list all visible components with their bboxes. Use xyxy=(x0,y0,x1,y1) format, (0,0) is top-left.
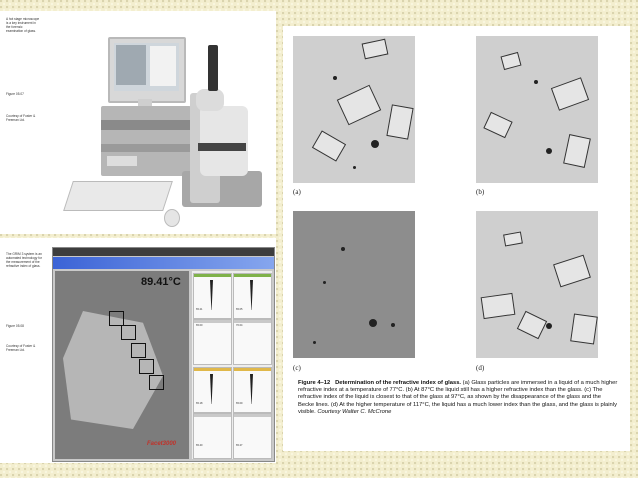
panel-label-b: (b) xyxy=(476,188,485,196)
caption-title: Determination of the refractive index of… xyxy=(335,380,462,386)
gauge-panel: 70.04 xyxy=(233,319,272,365)
temperature-bar xyxy=(53,257,274,269)
temperature-readout: 89.41°C xyxy=(141,276,181,288)
micrograph-c xyxy=(293,211,415,358)
mouse xyxy=(164,209,180,227)
caption-credit: Courtesy Walter C. McCrone xyxy=(317,408,392,415)
edge-markers xyxy=(109,311,169,391)
panel-label-d: (d) xyxy=(476,364,485,372)
monitor xyxy=(108,37,186,103)
gauge-panel: 65.21 xyxy=(193,273,232,319)
top-figure-number: Figure 05.07 xyxy=(6,92,24,96)
top-credit: Courtesy of Foster & Freeman Ltd. xyxy=(6,114,36,122)
gauge-panel: 65.00 xyxy=(193,319,232,365)
grim3-software-screenshot: 89.41°C Facet3000 65.21 65.05 65.00 70.0… xyxy=(52,247,275,462)
panel-label-c: (c) xyxy=(293,364,301,372)
micrograph-a xyxy=(293,36,415,183)
micrograph-d xyxy=(476,211,598,358)
gauge-panel: 65.27 xyxy=(233,413,272,459)
caption-label: Figure 4–12 xyxy=(298,380,331,386)
bottom-credit: Courtesy of Foster & Freeman Ltd. xyxy=(6,344,36,352)
gauge-panel: 65.18 xyxy=(193,367,232,413)
window-titlebar xyxy=(53,248,274,256)
bottom-caption: The GRIM 3 system is an automated techno… xyxy=(6,252,42,268)
keyboard xyxy=(63,181,173,211)
gauge-panel: 65.40 xyxy=(193,413,232,459)
hot-stage-microscope-card: A hot stage microscope is a key instrume… xyxy=(0,11,276,234)
bottom-figure-number: Figure 05.08 xyxy=(6,324,24,328)
panel-label-a: (a) xyxy=(293,188,301,196)
facet-logo: Facet3000 xyxy=(147,441,177,447)
figure-caption: Figure 4–12 Determination of the refract… xyxy=(298,380,618,416)
particle-view: 89.41°C Facet3000 xyxy=(55,271,189,459)
gauge-panel: 65.09 xyxy=(233,367,272,413)
measurement-panels: 65.21 65.05 65.00 70.04 65.18 65.09 65.4… xyxy=(192,271,272,459)
computer-tower xyxy=(101,106,191,176)
gauge-panel: 65.05 xyxy=(233,273,272,319)
camera-tube xyxy=(208,45,218,91)
micrograph-b xyxy=(476,36,598,183)
top-caption: A hot stage microscope is a key instrume… xyxy=(6,17,40,33)
